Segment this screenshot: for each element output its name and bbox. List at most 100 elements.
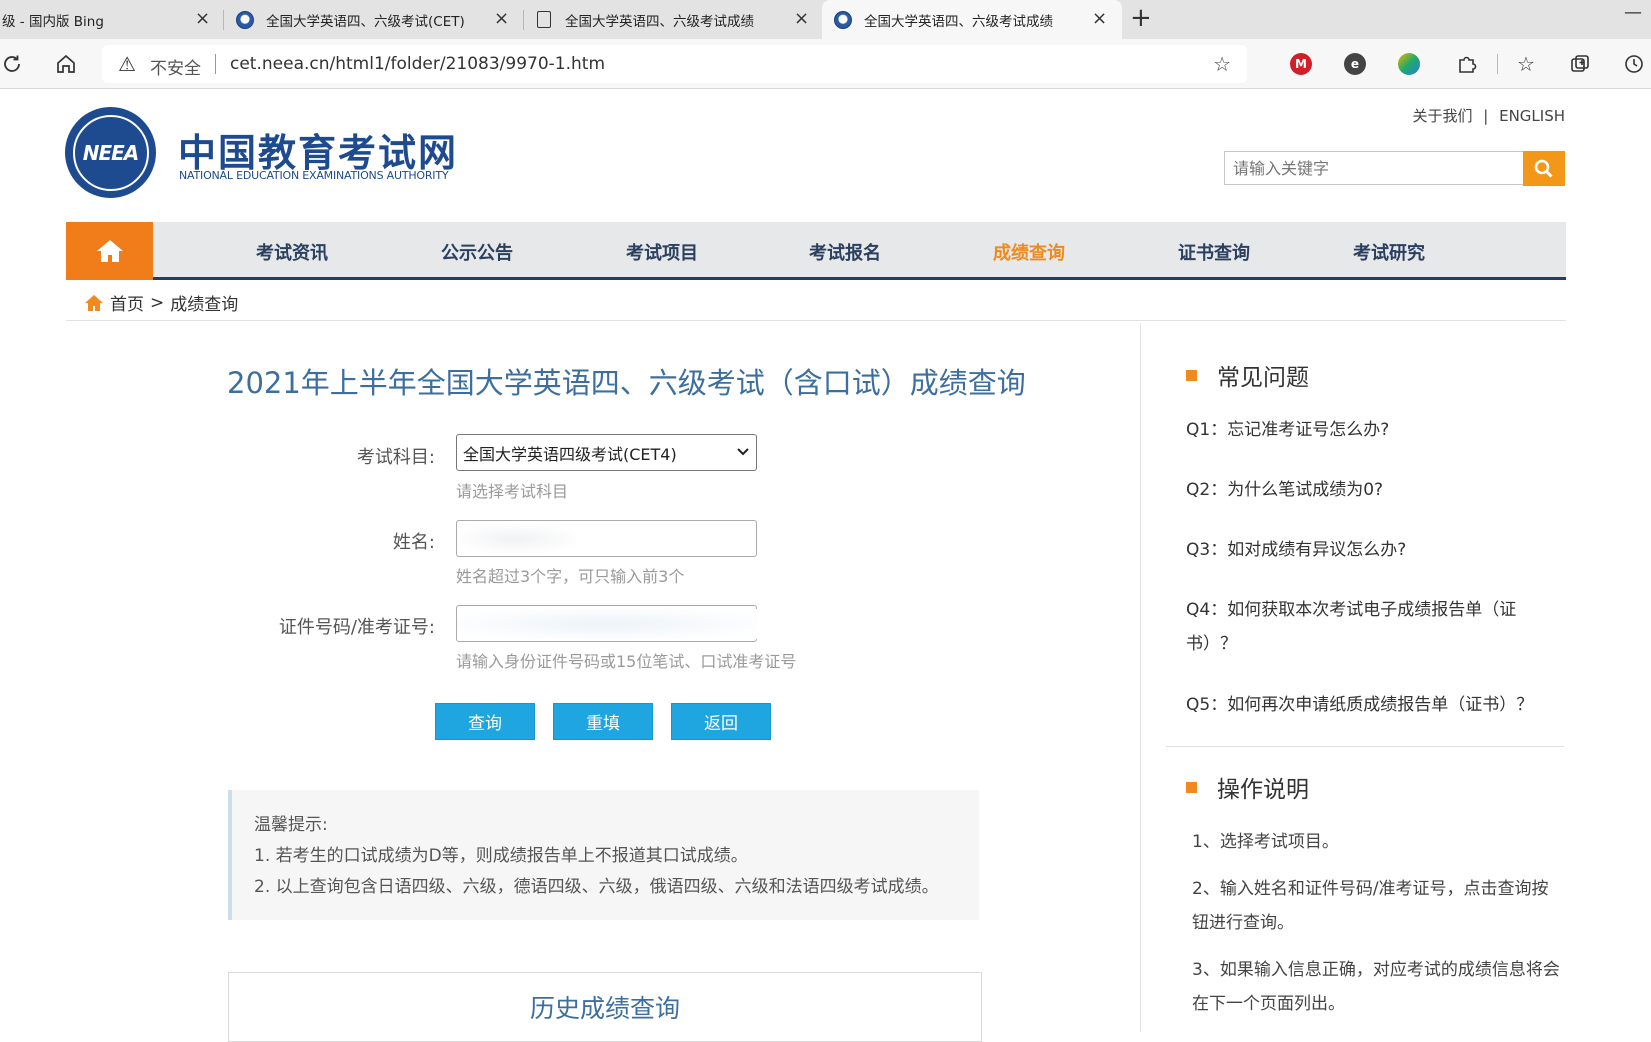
- main-nav: 考试资讯 公示公告 考试项目 考试报名 成绩查询 证书查询 考试研究: [66, 222, 1566, 280]
- add-favorite-icon[interactable]: ☆: [1213, 52, 1231, 76]
- address-separator: [215, 54, 216, 74]
- subject-select[interactable]: 全国大学英语四级考试(CET4): [456, 434, 757, 471]
- notice-title: 温馨提示:: [254, 815, 328, 835]
- url-text[interactable]: cet.neea.cn/html1/folder/21083/9970-1.ht…: [230, 54, 605, 74]
- page-title: 2021年上半年全国大学英语四、六级考试（含口试）成绩查询: [227, 366, 1026, 400]
- name-hint: 姓名超过3个字，可只输入前3个: [456, 567, 685, 586]
- name-input[interactable]: [456, 520, 757, 557]
- redacted-name: [457, 525, 577, 553]
- search-button[interactable]: [1523, 151, 1565, 186]
- notice-box: 温馨提示: 1. 若考生的口试成绩为D等，则成绩报告单上不报道其口试成绩。 2.…: [228, 790, 979, 920]
- close-icon[interactable]: ×: [1092, 8, 1107, 29]
- history-icon[interactable]: [1622, 52, 1646, 76]
- tab-score-active[interactable]: 全国大学英语四、六级考试成绩 ×: [822, 0, 1122, 39]
- faq-title: 常见问题: [1217, 365, 1309, 391]
- nav-item-news[interactable]: 考试资讯: [256, 239, 328, 265]
- english-link[interactable]: ENGLISH: [1499, 107, 1565, 125]
- op-step: 1、选择考试项目。: [1192, 832, 1339, 852]
- ops-title: 操作说明: [1217, 777, 1309, 803]
- tab-title: 全国大学英语四、六级考试(CET): [266, 13, 465, 30]
- tab-cet[interactable]: 全国大学英语四、六级考试(CET) ×: [236, 0, 518, 39]
- minimize-button[interactable]: —: [1624, 2, 1642, 23]
- breadcrumb-separator: >: [150, 292, 165, 313]
- faq-item[interactable]: Q3：如对成绩有异议怎么办?: [1186, 533, 1546, 567]
- notice-line: 1. 若考生的口试成绩为D等，则成绩报告单上不报道其口试成绩。: [254, 846, 748, 866]
- op-step: 3、如果输入信息正确，对应考试的成绩信息将会在下一个页面列出。: [1192, 960, 1560, 1014]
- faq-heading: 常见问题: [1186, 358, 1309, 392]
- name-label: 姓名:: [392, 532, 435, 553]
- search-box: [1224, 151, 1524, 185]
- page-content: NEEA 中国教育考试网 NATIONAL EDUCATION EXAMINAT…: [0, 90, 1651, 1042]
- about-link[interactable]: 关于我们: [1412, 107, 1472, 125]
- tab-bar: 级 - 国内版 Bing × 全国大学英语四、六级考试(CET) × 全国大学英…: [0, 0, 1651, 39]
- breadcrumb-divider: [66, 320, 1566, 321]
- search-input[interactable]: [1225, 152, 1523, 184]
- bullet-square-icon: [1186, 369, 1197, 381]
- document-icon: [537, 11, 551, 28]
- nav-home-button[interactable]: [66, 222, 153, 280]
- search-icon: [1534, 159, 1553, 178]
- neea-logo[interactable]: NEEA: [65, 107, 156, 198]
- faq-item[interactable]: Q5：如何再次申请纸质成绩报告单（证书）？: [1186, 688, 1546, 722]
- faq-item[interactable]: Q2：为什么笔试成绩为0?: [1186, 473, 1546, 507]
- nav-item-score-query[interactable]: 成绩查询: [993, 239, 1065, 265]
- insecure-label: 不安全: [150, 59, 201, 79]
- tab-bing[interactable]: 级 - 国内版 Bing ×: [0, 0, 212, 39]
- home-icon: [85, 294, 103, 311]
- logo-ring: NEEA: [72, 114, 149, 191]
- favorites-icon[interactable]: ☆: [1514, 52, 1538, 76]
- id-label: 证件号码/准考证号:: [278, 617, 435, 638]
- nav-item-announcements[interactable]: 公示公告: [441, 239, 513, 265]
- nav-item-research[interactable]: 考试研究: [1353, 239, 1425, 265]
- neea-favicon-icon: [236, 10, 254, 29]
- neea-favicon-icon: [834, 10, 852, 29]
- subject-hint: 请选择考试科目: [456, 482, 569, 501]
- home-icon[interactable]: [54, 52, 78, 76]
- op-step: 2、输入姓名和证件号码/准考证号，点击查询按钮进行查询。: [1192, 879, 1549, 933]
- address-bar[interactable]: ⚠ 不安全 cet.neea.cn/html1/folder/21083/997…: [102, 45, 1247, 83]
- top-links: 关于我们 | ENGLISH: [1406, 105, 1565, 126]
- tab-title: 全国大学英语四、六级考试成绩: [565, 13, 754, 30]
- tab-separator: [523, 10, 524, 30]
- browser-toolbar: ⚠ 不安全 cet.neea.cn/html1/folder/21083/997…: [0, 39, 1651, 89]
- refresh-icon[interactable]: [0, 52, 24, 76]
- tab-score-doc[interactable]: 全国大学英语四、六级考试成绩 ×: [537, 0, 817, 39]
- extension-shield-icon[interactable]: e: [1344, 53, 1366, 75]
- toolbar-divider: [1497, 54, 1498, 74]
- tab-title: 级 - 国内版 Bing: [2, 13, 104, 30]
- nav-item-exams[interactable]: 考试项目: [626, 239, 698, 265]
- close-icon[interactable]: ×: [494, 8, 509, 29]
- nav-item-registration[interactable]: 考试报名: [809, 239, 881, 265]
- warning-icon: ⚠: [118, 52, 136, 76]
- faq-item[interactable]: Q4：如何获取本次考试电子成绩报告单（证书）？: [1186, 593, 1546, 661]
- home-icon: [96, 240, 123, 262]
- sidebar-divider: [1166, 746, 1564, 747]
- breadcrumb-home[interactable]: 首页: [110, 290, 144, 315]
- breadcrumb-current: 成绩查询: [170, 295, 239, 315]
- ops-heading: 操作说明: [1186, 770, 1309, 804]
- close-icon[interactable]: ×: [794, 8, 809, 29]
- collections-icon[interactable]: [1568, 52, 1592, 76]
- redacted-id: [457, 609, 757, 639]
- faq-item[interactable]: Q1：忘记准考证号怎么办?: [1186, 413, 1546, 447]
- close-icon[interactable]: ×: [195, 8, 210, 29]
- logo-text: NEEA: [82, 140, 140, 165]
- id-input[interactable]: [456, 605, 757, 642]
- extensions-puzzle-icon[interactable]: [1455, 52, 1479, 76]
- tab-separator: [223, 10, 224, 30]
- extension-colorful-icon[interactable]: [1398, 53, 1420, 75]
- query-button[interactable]: 查询: [435, 703, 535, 740]
- column-divider: [1140, 323, 1141, 1032]
- extension-m-icon[interactable]: M: [1290, 53, 1312, 75]
- back-button[interactable]: 返回: [671, 703, 771, 740]
- link-separator: |: [1483, 107, 1489, 125]
- tab-title: 全国大学英语四、六级考试成绩: [864, 13, 1053, 30]
- new-tab-button[interactable]: +: [1130, 3, 1152, 33]
- reset-button[interactable]: 重填: [553, 703, 653, 740]
- site-subtitle: NATIONAL EDUCATION EXAMINATIONS AUTHORIT…: [179, 169, 449, 182]
- chevron-down-icon: [736, 440, 750, 468]
- subject-value: 全国大学英语四级考试(CET4): [463, 444, 677, 464]
- nav-item-certificate[interactable]: 证书查询: [1178, 239, 1250, 265]
- notice-line: 2. 以上查询包含日语四级、六级，德语四级、六级，俄语四级、六级和法语四级考试成…: [254, 877, 939, 897]
- subject-label: 考试科目:: [356, 447, 435, 468]
